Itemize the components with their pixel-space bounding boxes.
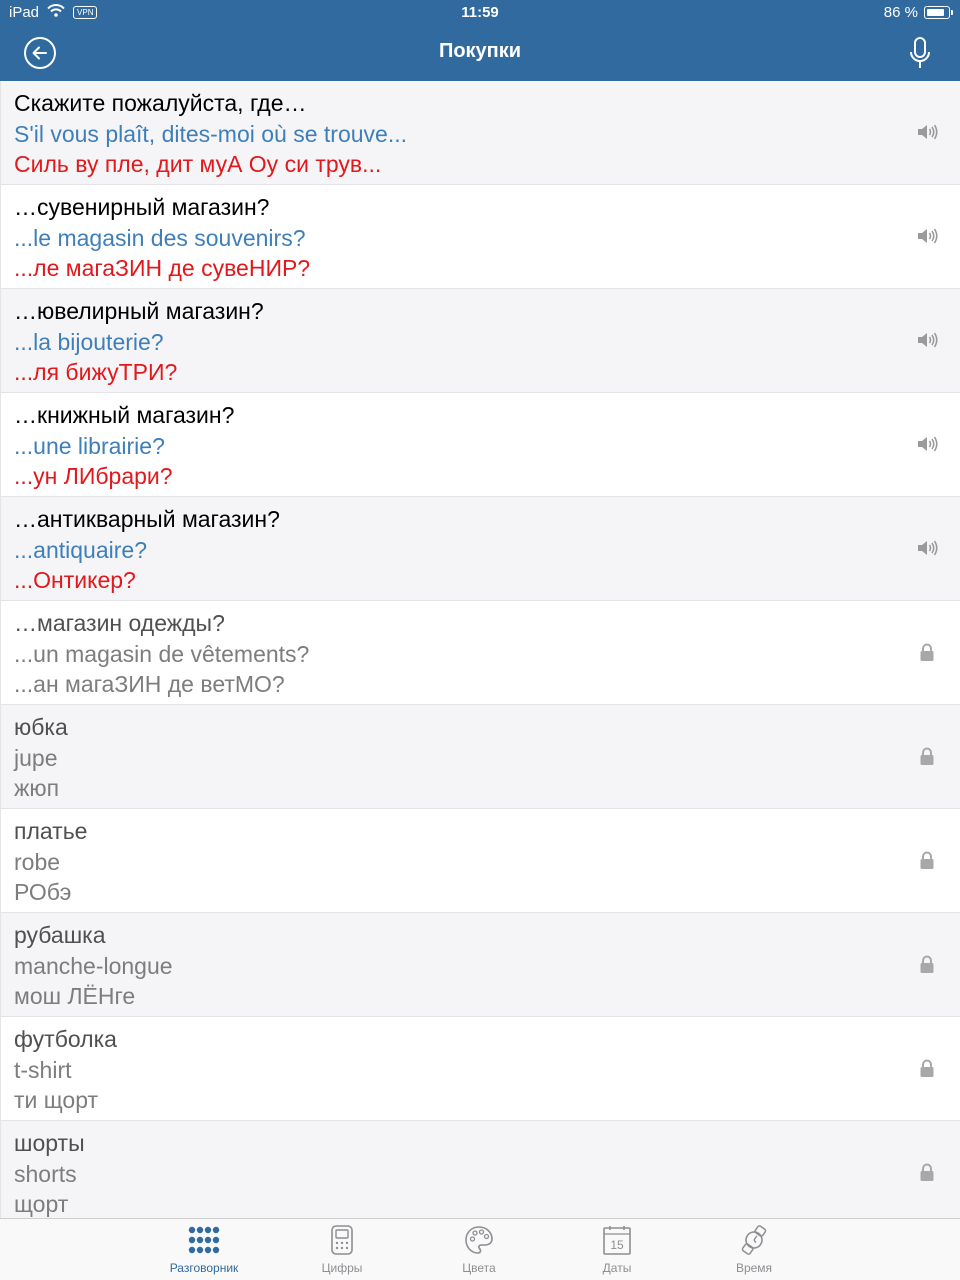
tab-watch[interactable]: Время [699,1219,809,1280]
speaker-icon[interactable] [916,329,938,351]
calendar-day: 15 [610,1238,624,1252]
calendar-icon: 15 [601,1224,633,1256]
lock-icon [916,1057,938,1079]
tab-label: Цвета [462,1261,496,1275]
speaker-icon[interactable] [916,433,938,455]
phrase-transcription: РОбэ [14,879,72,905]
phrase-row[interactable]: юбка jupe жюп [0,705,960,809]
grid-dots-icon [188,1224,220,1256]
microphone-button[interactable] [908,36,932,70]
phrase-french: ...le magasin des souvenirs? [14,225,306,251]
phrase-french: t-shirt [14,1057,72,1083]
tab-bar: Разговорник Цифры Цвета 15 Даты Время [0,1218,960,1280]
phrase-french: robe [14,849,61,875]
phrase-row[interactable]: платье robe РОбэ [0,809,960,913]
tab-label: Даты [602,1261,632,1275]
phrase-row[interactable]: …сувенирный магазин? ...le magasin des so… [0,185,960,289]
phrase-russian: …антикварный магазин? [14,506,280,532]
lock-icon [916,641,938,663]
phrase-row[interactable]: …антикварный магазин? ...antiquaire? ...Он… [0,497,960,601]
battery-percent: 86 % [883,4,918,21]
phrase-russian: платье [14,818,88,844]
phrase-russian: юбка [14,714,68,740]
status-right: 86 % [883,4,953,21]
top-bar: iPad VPN 11:59 86 % Покупки [0,0,960,81]
page-title: Покупки [438,40,522,62]
phrase-french: shorts [14,1161,77,1187]
phrase-russian: …магазин одежды? [14,610,225,636]
lock-icon [916,953,938,975]
battery-icon [924,6,953,19]
phrase-french: jupe [14,745,58,771]
tab-label: Время [735,1261,773,1275]
phrase-russian: рубашка [14,922,106,948]
phrase-row[interactable]: шорты shorts щорт [0,1121,960,1218]
phrase-transcription: ...ле магаЗИН де сувеНИР? [14,255,311,281]
phrase-transcription: мош ЛЁНге [14,983,136,1009]
phrase-french: ...une librairie? [14,433,165,459]
lock-icon [916,1161,938,1183]
phrase-list[interactable]: Скажите пожалуйста, где… S'il vous plaît,… [0,81,960,1218]
speaker-icon[interactable] [916,121,938,143]
phrase-russian: футболка [14,1026,117,1052]
tab-calendar[interactable]: 15 Даты [562,1219,672,1280]
microphone-icon [910,37,930,68]
tab-grid-dots[interactable]: Разговорник [149,1219,259,1280]
phrase-transcription: Силь ву пле, дит муА Оу си трув... [14,151,382,177]
phrase-transcription: ти щорт [14,1087,99,1113]
phrase-french: manche-longue [14,953,173,979]
tab-label: Цифры [321,1261,363,1275]
status-time: 11:59 [461,4,499,21]
phrase-transcription: щорт [14,1191,69,1217]
calculator-icon [326,1224,358,1256]
phrase-row[interactable]: Скажите пожалуйста, где… S'il vous plaît,… [0,81,960,185]
phrase-transcription: ...ан магаЗИН де ветМО? [14,671,285,697]
phrase-row[interactable]: рубашка manche-longue мош ЛЁНге [0,913,960,1017]
phrase-row[interactable]: …ювелирный магазин? ...la bijouterie? ...л… [0,289,960,393]
phrase-french: ...antiquaire? [14,537,147,563]
lock-icon [916,849,938,871]
phrase-transcription: ...Онтикер? [14,567,136,593]
tab-calculator[interactable]: Цифры [287,1219,397,1280]
tab-palette[interactable]: Цвета [424,1219,534,1280]
speaker-icon[interactable] [916,537,938,559]
phrase-french: ...la bijouterie? [14,329,164,355]
phrase-row[interactable]: …книжный магазин? ...une librairie? ...ун … [0,393,960,497]
watch-icon [738,1224,770,1256]
phrase-russian: …сувенирный магазин? [14,194,270,220]
phrase-row[interactable]: …магазин одежды? ...un magasin de vêtemen… [0,601,960,705]
screen: iPad VPN 11:59 86 % Покупки Скажите пожа… [0,0,960,1280]
nav-bar: Покупки [0,26,960,81]
phrase-french: ...un magasin de vêtements? [14,641,310,667]
lock-icon [916,745,938,767]
phrase-transcription: жюп [14,775,60,801]
phrase-transcription: ...ун ЛИбрари? [14,463,173,489]
phrase-french: S'il vous plaît, dites-moi où se trouve.… [14,121,408,147]
phrase-russian: …ювелирный магазин? [14,298,264,324]
palette-icon [463,1224,495,1256]
phrase-russian: …книжный магазин? [14,402,235,428]
speaker-icon[interactable] [916,225,938,247]
status-bar: iPad VPN 11:59 86 % [0,0,960,26]
phrase-transcription: ...ля бижуТРИ? [14,359,178,385]
tab-label: Разговорник [169,1261,239,1275]
phrase-russian: Скажите пожалуйста, где… [14,90,307,116]
phrase-row[interactable]: футболка t-shirt ти щорт [0,1017,960,1121]
phrase-russian: шорты [14,1130,85,1156]
